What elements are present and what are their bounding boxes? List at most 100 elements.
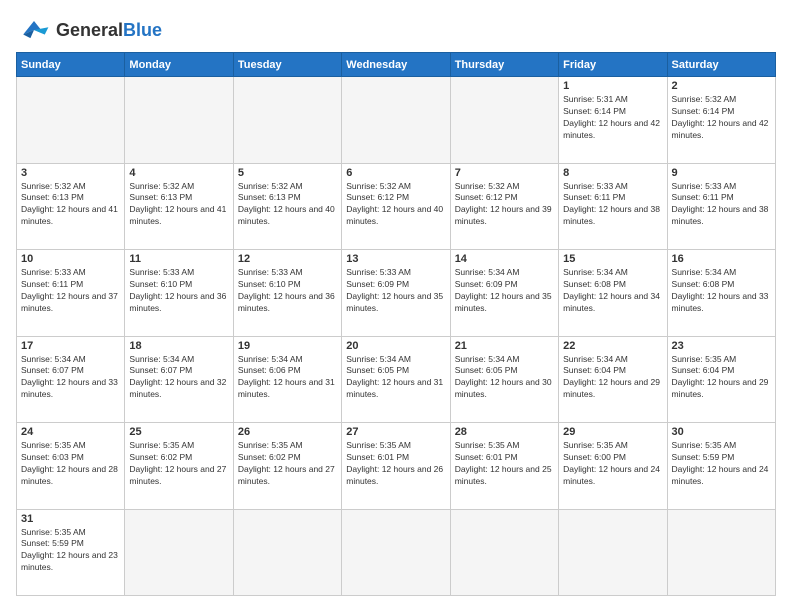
- calendar-week-row: 17 Sunrise: 5:34 AMSunset: 6:07 PMDayligh…: [17, 336, 776, 423]
- day-number: 14: [455, 253, 554, 265]
- day-info: Sunrise: 5:34 AMSunset: 6:07 PMDaylight:…: [129, 354, 228, 402]
- day-info: Sunrise: 5:32 AMSunset: 6:13 PMDaylight:…: [129, 181, 228, 229]
- col-wednesday: Wednesday: [342, 53, 450, 77]
- day-info: Sunrise: 5:33 AMSunset: 6:09 PMDaylight:…: [346, 267, 445, 315]
- calendar-cell: 16Sunrise: 5:34 AMSunset: 6:08 PMDayligh…: [667, 250, 775, 337]
- calendar-cell: 21 Sunrise: 5:34 AMSunset: 6:05 PMDayligh…: [450, 336, 558, 423]
- calendar-week-row: 1 Sunrise: 5:31 AMSunset: 6:14 PMDaylight…: [17, 77, 776, 164]
- calendar-cell: [450, 509, 558, 596]
- calendar-cell: 20Sunrise: 5:34 AMSunset: 6:05 PMDayligh…: [342, 336, 450, 423]
- day-number: 18: [129, 340, 228, 352]
- col-friday: Friday: [559, 53, 667, 77]
- calendar-cell: [342, 509, 450, 596]
- day-info: Sunrise: 5:31 AMSunset: 6:14 PMDaylight:…: [563, 94, 662, 142]
- calendar-cell: 1 Sunrise: 5:31 AMSunset: 6:14 PMDaylight…: [559, 77, 667, 164]
- day-number: 9: [672, 167, 771, 179]
- day-info: Sunrise: 5:33 AMSunset: 6:11 PMDaylight:…: [21, 267, 120, 315]
- day-info: Sunrise: 5:35 AMSunset: 6:00 PMDaylight:…: [563, 440, 662, 488]
- calendar-cell: 12 Sunrise: 5:33 AMSunset: 6:10 PMDayligh…: [233, 250, 341, 337]
- calendar-cell: 4 Sunrise: 5:32 AMSunset: 6:13 PMDaylight…: [125, 163, 233, 250]
- calendar-cell: 15 Sunrise: 5:34 AMSunset: 6:08 PMDayligh…: [559, 250, 667, 337]
- day-info: Sunrise: 5:32 AMSunset: 6:14 PMDaylight:…: [672, 94, 771, 142]
- day-info: Sunrise: 5:35 AMSunset: 6:01 PMDaylight:…: [346, 440, 445, 488]
- col-tuesday: Tuesday: [233, 53, 341, 77]
- day-number: 29: [563, 426, 662, 438]
- day-number: 30: [672, 426, 771, 438]
- day-info: Sunrise: 5:32 AMSunset: 6:13 PMDaylight:…: [21, 181, 120, 229]
- day-info: Sunrise: 5:34 AMSunset: 6:06 PMDaylight:…: [238, 354, 337, 402]
- calendar-cell: 11Sunrise: 5:33 AMSunset: 6:10 PMDayligh…: [125, 250, 233, 337]
- calendar-cell: 30 Sunrise: 5:35 AMSunset: 5:59 PMDayligh…: [667, 423, 775, 510]
- day-number: 4: [129, 167, 228, 179]
- day-info: Sunrise: 5:35 AMSunset: 5:59 PMDaylight:…: [672, 440, 771, 488]
- day-number: 3: [21, 167, 120, 179]
- col-thursday: Thursday: [450, 53, 558, 77]
- day-number: 1: [563, 80, 662, 92]
- calendar-cell: [125, 509, 233, 596]
- day-number: 23: [672, 340, 771, 352]
- day-number: 26: [238, 426, 337, 438]
- calendar-cell: 10 Sunrise: 5:33 AMSunset: 6:11 PMDayligh…: [17, 250, 125, 337]
- calendar-week-row: 10 Sunrise: 5:33 AMSunset: 6:11 PMDayligh…: [17, 250, 776, 337]
- calendar-cell: [233, 509, 341, 596]
- calendar-cell: 5 Sunrise: 5:32 AMSunset: 6:13 PMDaylight…: [233, 163, 341, 250]
- day-number: 10: [21, 253, 120, 265]
- col-saturday: Saturday: [667, 53, 775, 77]
- calendar-cell: 3 Sunrise: 5:32 AMSunset: 6:13 PMDaylight…: [17, 163, 125, 250]
- day-info: Sunrise: 5:35 AMSunset: 6:03 PMDaylight:…: [21, 440, 120, 488]
- day-info: Sunrise: 5:34 AMSunset: 6:05 PMDaylight:…: [455, 354, 554, 402]
- day-number: 17: [21, 340, 120, 352]
- calendar-cell: 8 Sunrise: 5:33 AMSunset: 6:11 PMDaylight…: [559, 163, 667, 250]
- day-number: 6: [346, 167, 445, 179]
- day-number: 28: [455, 426, 554, 438]
- day-info: Sunrise: 5:34 AMSunset: 6:07 PMDaylight:…: [21, 354, 120, 402]
- calendar-cell: 7Sunrise: 5:32 AMSunset: 6:12 PMDaylight…: [450, 163, 558, 250]
- calendar-cell: 14Sunrise: 5:34 AMSunset: 6:09 PMDayligh…: [450, 250, 558, 337]
- calendar-cell: 29 Sunrise: 5:35 AMSunset: 6:00 PMDayligh…: [559, 423, 667, 510]
- day-info: Sunrise: 5:34 AMSunset: 6:08 PMDaylight:…: [563, 267, 662, 315]
- calendar-week-row: 31Sunrise: 5:35 AMSunset: 5:59 PMDayligh…: [17, 509, 776, 596]
- day-info: Sunrise: 5:34 AMSunset: 6:08 PMDaylight:…: [672, 267, 771, 315]
- day-info: Sunrise: 5:33 AMSunset: 6:11 PMDaylight:…: [672, 181, 771, 229]
- calendar-cell: 2 Sunrise: 5:32 AMSunset: 6:14 PMDaylight…: [667, 77, 775, 164]
- day-number: 25: [129, 426, 228, 438]
- day-number: 20: [346, 340, 445, 352]
- logo: GeneralBlue: [16, 16, 162, 44]
- day-info: Sunrise: 5:32 AMSunset: 6:12 PMDaylight:…: [346, 181, 445, 229]
- day-info: Sunrise: 5:33 AMSunset: 6:10 PMDaylight:…: [129, 267, 228, 315]
- col-monday: Monday: [125, 53, 233, 77]
- day-number: 24: [21, 426, 120, 438]
- calendar-cell: [450, 77, 558, 164]
- calendar-header-row: Sunday Monday Tuesday Wednesday Thursday…: [17, 53, 776, 77]
- calendar-week-row: 24 Sunrise: 5:35 AMSunset: 6:03 PMDayligh…: [17, 423, 776, 510]
- calendar-cell: 31Sunrise: 5:35 AMSunset: 5:59 PMDayligh…: [17, 509, 125, 596]
- day-info: Sunrise: 5:33 AMSunset: 6:10 PMDaylight:…: [238, 267, 337, 315]
- calendar-cell: [17, 77, 125, 164]
- day-info: Sunrise: 5:35 AMSunset: 6:01 PMDaylight:…: [455, 440, 554, 488]
- calendar-cell: 25Sunrise: 5:35 AMSunset: 6:02 PMDayligh…: [125, 423, 233, 510]
- day-number: 27: [346, 426, 445, 438]
- calendar-cell: [125, 77, 233, 164]
- day-number: 12: [238, 253, 337, 265]
- day-info: Sunrise: 5:33 AMSunset: 6:11 PMDaylight:…: [563, 181, 662, 229]
- day-number: 5: [238, 167, 337, 179]
- day-number: 8: [563, 167, 662, 179]
- day-number: 15: [563, 253, 662, 265]
- day-info: Sunrise: 5:35 AMSunset: 6:02 PMDaylight:…: [238, 440, 337, 488]
- calendar-cell: 19Sunrise: 5:34 AMSunset: 6:06 PMDayligh…: [233, 336, 341, 423]
- calendar-cell: 18 Sunrise: 5:34 AMSunset: 6:07 PMDayligh…: [125, 336, 233, 423]
- day-number: 22: [563, 340, 662, 352]
- logo-text: GeneralBlue: [56, 20, 162, 41]
- day-number: 2: [672, 80, 771, 92]
- page: GeneralBlue Sunday Monday Tuesday Wednes…: [0, 0, 792, 612]
- calendar-cell: [342, 77, 450, 164]
- logo-icon: [16, 16, 52, 44]
- day-number: 21: [455, 340, 554, 352]
- calendar-cell: [559, 509, 667, 596]
- calendar-cell: 6 Sunrise: 5:32 AMSunset: 6:12 PMDaylight…: [342, 163, 450, 250]
- day-info: Sunrise: 5:35 AMSunset: 6:04 PMDaylight:…: [672, 354, 771, 402]
- calendar-table: Sunday Monday Tuesday Wednesday Thursday…: [16, 52, 776, 596]
- calendar-cell: 9 Sunrise: 5:33 AMSunset: 6:11 PMDaylight…: [667, 163, 775, 250]
- day-number: 7: [455, 167, 554, 179]
- day-info: Sunrise: 5:32 AMSunset: 6:13 PMDaylight:…: [238, 181, 337, 229]
